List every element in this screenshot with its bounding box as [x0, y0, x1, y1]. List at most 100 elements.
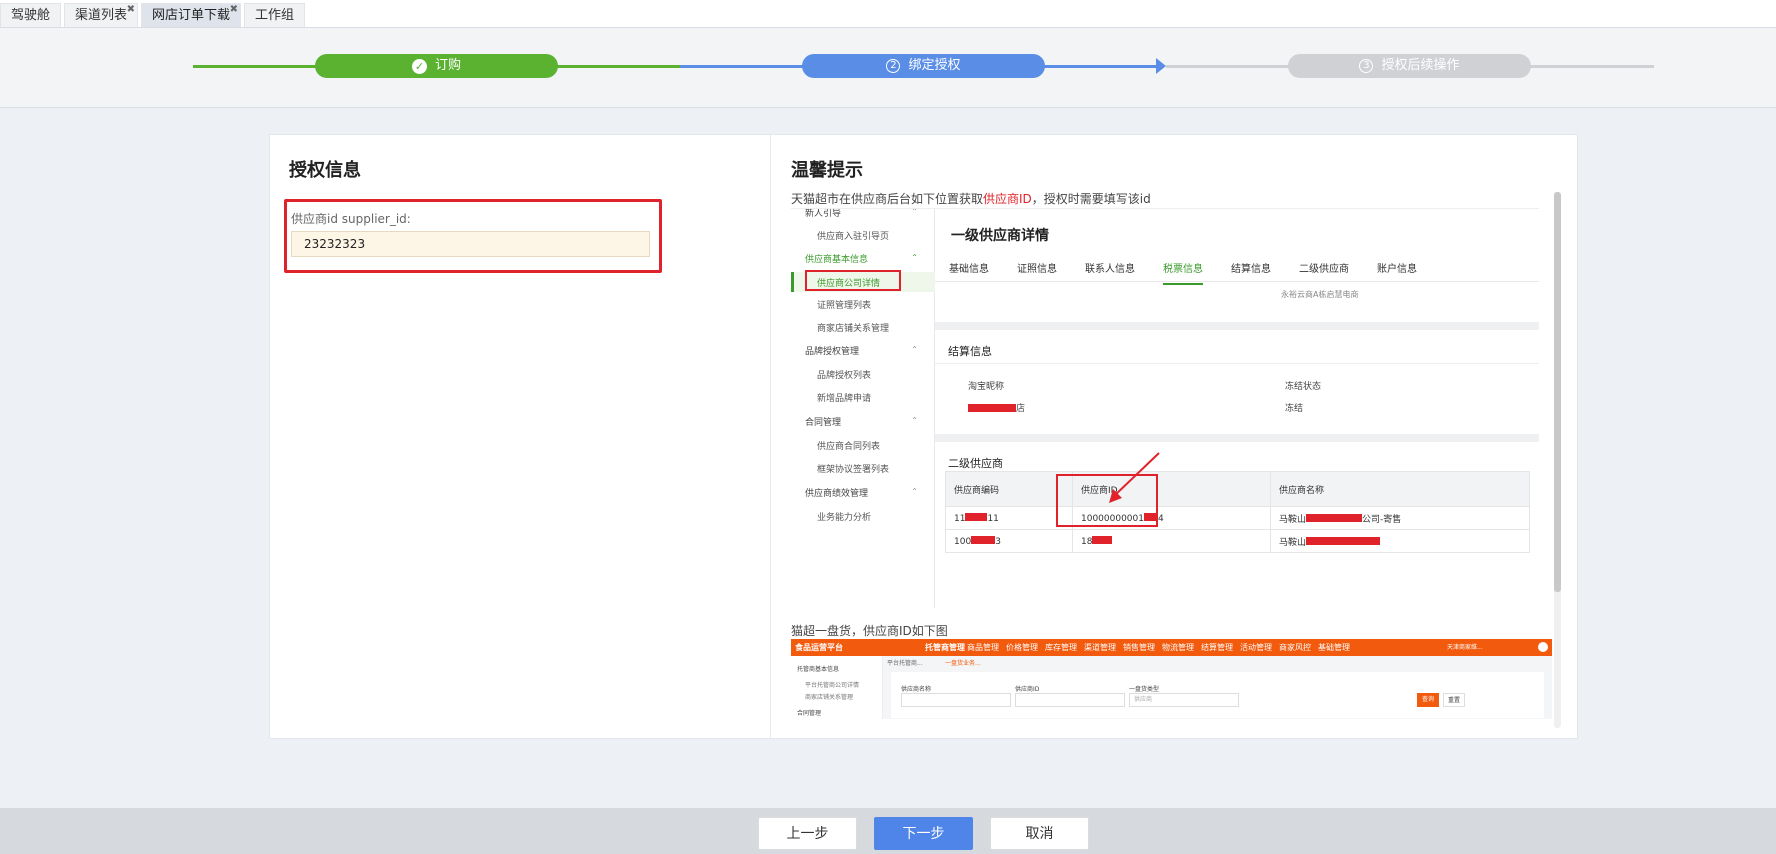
step-number: 2 [886, 59, 901, 73]
tab-label: 网店订单下载 [152, 8, 231, 23]
tab-label: 渠道列表 [75, 8, 128, 23]
avatar [1538, 642, 1548, 652]
cell-text: 马鞍山 [1279, 514, 1307, 525]
section-divider [935, 322, 1539, 330]
tab-label: 工作组 [255, 8, 295, 23]
guide2-brand: 食品运营平台 [795, 643, 843, 652]
sidebar-group: 合同管理 [805, 418, 842, 428]
guide2-search-button: 查询 [1417, 693, 1439, 707]
step-number: 3 [1359, 59, 1374, 73]
guide2-search-panel: 供应商名称 供应商ID 一盘货类型 供应商 查询 重置 [891, 672, 1544, 718]
cell-text: 100 [954, 536, 972, 547]
guide2-nav-item: 价格管理 [1006, 643, 1038, 652]
cell-text: 4 [1158, 513, 1164, 524]
table-row: 100 3 18 马鞍山 [945, 529, 1530, 553]
auth-title: 授权信息 [289, 160, 361, 181]
guide2-nav-item: 物流管理 [1162, 643, 1194, 652]
next-step-button[interactable]: 下一步 [874, 817, 973, 850]
chevron-up-icon: ⌃ [911, 416, 918, 425]
table-cell: 马鞍山 [1270, 529, 1530, 553]
footer-actions: 上一步 下一步 取消 [0, 808, 1776, 854]
guide2-topbar: 食品运营平台 托管商管理 商品管理 价格管理 库存管理 渠道管理 销售管理 物流… [791, 639, 1552, 656]
guide2-nav-item: 商品管理 [967, 643, 999, 652]
redacted-mark [971, 535, 996, 544]
sidebar-item: 业务能力分析 [817, 513, 872, 523]
auth-panel: 授权信息 供应商id supplier_id: 23232323 [270, 135, 771, 738]
tips-title: 温馨提示 [791, 160, 863, 181]
step-label: 授权后续操作 [1381, 58, 1460, 73]
close-icon[interactable]: ✖ [230, 0, 238, 22]
step-progress: ✓ 订购 2 绑定授权 3 授权后续操作 [0, 28, 1776, 108]
auth-card: 授权信息 供应商id supplier_id: 23232323 温馨提示 天猫… [269, 134, 1578, 739]
cell-text: 18 [1081, 536, 1093, 547]
guide-title: 一级供应商详情 [951, 228, 1049, 244]
redacted-mark [1092, 535, 1113, 544]
guide2-sidebar: 托管商基本信息 平台托管商公司详情 商家店铺关系管理 合同管理 [791, 656, 883, 719]
table-row: 11 11 10000000001 4 马鞍山 公司-寄售 [945, 506, 1530, 530]
tab-store-order-download[interactable]: 网店订单下载 ✖ [141, 0, 242, 27]
guide2-field-label: 一盘货类型 [1129, 686, 1160, 693]
guide2-select: 供应商 [1129, 693, 1239, 707]
active-item-bar [791, 272, 794, 292]
guide-screenshot-yipanhuo: 食品运营平台 托管商管理 商品管理 价格管理 库存管理 渠道管理 销售管理 物流… [791, 639, 1552, 719]
guide2-breadcrumb-tab: 一盘货业务... [945, 660, 981, 667]
sidebar-item: 品牌授权列表 [817, 371, 872, 381]
settlement-label: 冻结状态 [1285, 382, 1322, 392]
tip-text-suffix: ，授权时需要填写该id [1031, 192, 1151, 206]
redacted-mark [1306, 513, 1363, 522]
scrollbar-thumb[interactable] [1554, 192, 1561, 592]
sidebar-item: 证照管理列表 [817, 301, 872, 311]
step-3: 3 授权后续操作 [1288, 54, 1531, 78]
sidebar-group: 品牌授权管理 [805, 347, 860, 357]
cancel-button[interactable]: 取消 [990, 817, 1089, 850]
secondary-supplier-title: 二级供应商 [948, 457, 1003, 470]
table-cell: 11 11 [945, 506, 1073, 530]
guide2-nav-item: 销售管理 [1123, 643, 1155, 652]
step-2: 2 绑定授权 [802, 54, 1045, 78]
sidebar-group: 供应商绩效管理 [805, 489, 869, 499]
tab-work-group[interactable]: 工作组 [244, 3, 306, 27]
sidebar-item: 新增品牌申请 [817, 394, 872, 404]
guide-gray-text: 永裕云商A栋启慧电商 [1281, 290, 1359, 299]
guide-screenshot-tmall: 新人引导 ⌃ 供应商入驻引导页 供应商基本信息 ⌃ 供应商公司详情 证照管理列表… [791, 208, 1539, 608]
arrow-right-icon [1156, 58, 1166, 74]
close-icon[interactable]: ✖ [127, 0, 135, 22]
guide2-nav-item: 库存管理 [1045, 643, 1077, 652]
chevron-up-icon: ⌃ [911, 345, 918, 354]
tab-dashboard[interactable]: 驾驶舱 [0, 3, 62, 27]
supplier-id-highlight: 供应商id supplier_id: 23232323 [284, 199, 662, 273]
guide2-field-label: 供应商ID [1015, 686, 1040, 693]
tab-channel-list[interactable]: 渠道列表 ✖ [64, 0, 139, 27]
redacted-mark [968, 404, 1016, 412]
supplier-id-label: 供应商id supplier_id: [291, 212, 411, 226]
guide2-side-item: 商家店铺关系管理 [805, 694, 854, 701]
settlement-value: 店 [1016, 404, 1026, 414]
guide-main: 一级供应商详情 基础信息 证照信息 联系人信息 税票信息 结算信息 二级供应商 … [935, 209, 1539, 608]
cell-text: 公司-寄售 [1362, 514, 1402, 525]
tips-panel: 温馨提示 天猫超市在供应商后台如下位置获取供应商ID，授权时需要填写该id 新人… [771, 135, 1579, 738]
supplier-id-input[interactable]: 23232323 [291, 231, 650, 257]
chevron-up-icon: ⌃ [911, 487, 918, 496]
highlight-box [805, 270, 901, 291]
chevron-up-icon: ⌃ [911, 208, 918, 216]
redacted-mark [1306, 536, 1381, 545]
settlement-value: 冻结 [1285, 404, 1304, 414]
chevron-up-icon: ⌃ [911, 253, 918, 262]
guide2-side-group: 托管商基本信息 [797, 666, 840, 673]
cell-text: 11 [987, 513, 999, 524]
guide2-reset-button: 重置 [1443, 693, 1465, 707]
guide2-side-group: 合同管理 [797, 710, 822, 717]
guide2-nav-item: 商家风控 [1279, 643, 1311, 652]
table-header: 供应商名称 [1270, 471, 1530, 507]
step-1: ✓ 订购 [315, 54, 558, 78]
tab-bar: 驾驶舱 渠道列表 ✖ 网店订单下载 ✖ 工作组 [0, 0, 1776, 28]
sidebar-item: 框架协议签署列表 [817, 465, 890, 475]
prev-step-button[interactable]: 上一步 [758, 817, 857, 850]
settlement-title: 结算信息 [948, 345, 992, 358]
guide2-main: 平台托管商... 一盘货业务... 供应商名称 供应商ID 一盘货类型 供应商 … [883, 656, 1552, 719]
guide2-nav-item: 托管商管理 [925, 643, 965, 652]
tips-scrollbar[interactable] [1554, 192, 1561, 728]
arrow-annotation-icon [1109, 452, 1160, 503]
guide2-breadcrumb-tab: 平台托管商... [887, 660, 923, 667]
settlement-label: 淘宝昵称 [968, 382, 1005, 392]
